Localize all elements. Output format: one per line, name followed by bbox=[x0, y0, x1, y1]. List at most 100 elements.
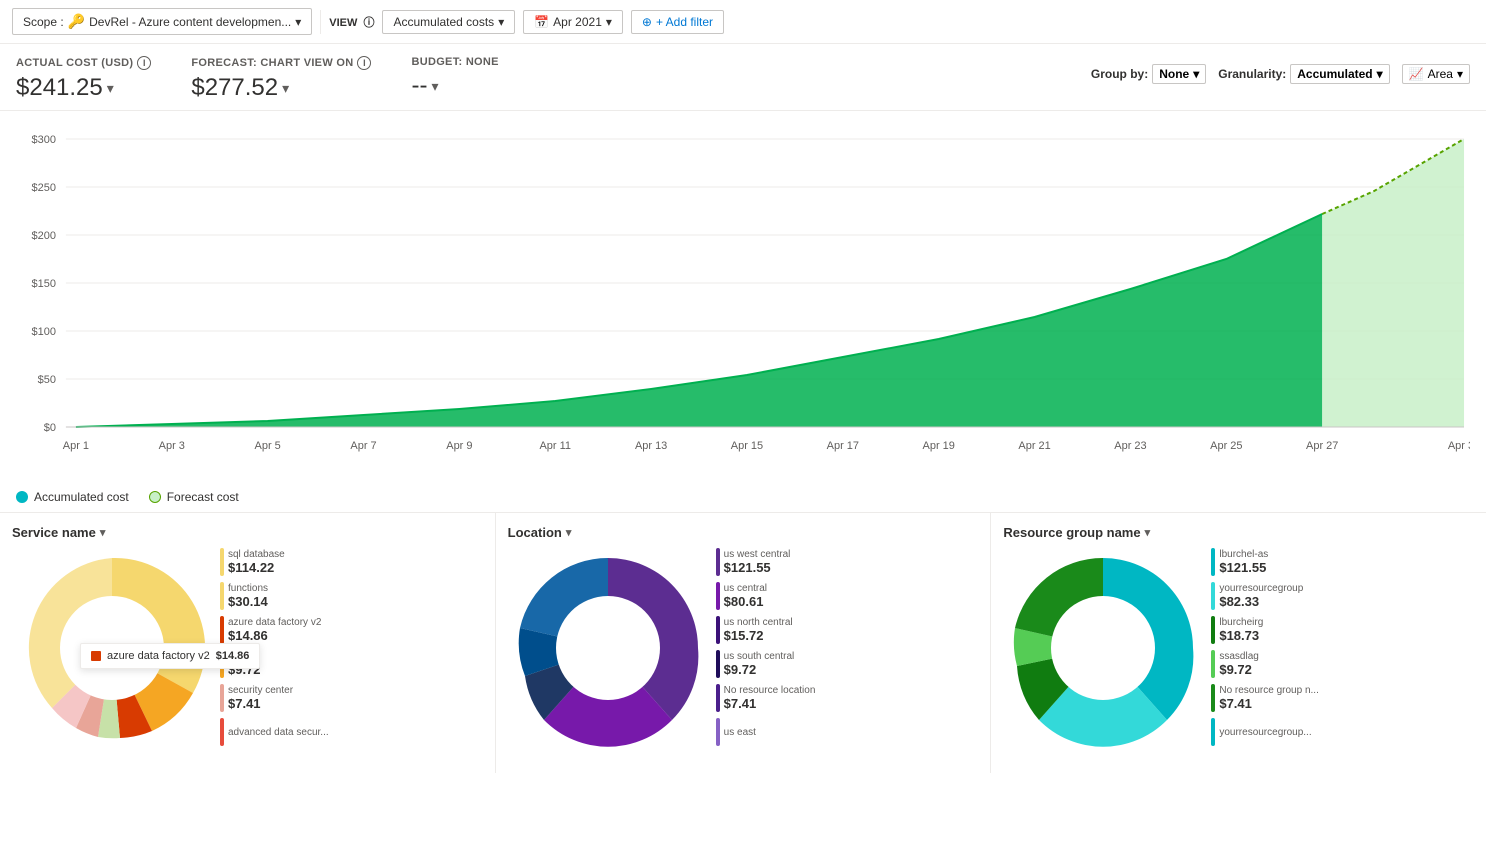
bar-color bbox=[220, 616, 224, 644]
accumulated-area bbox=[76, 214, 1322, 427]
actual-cost-value: $241.25 ▾ bbox=[16, 74, 151, 102]
chevron-down-icon-view: ▾ bbox=[498, 15, 504, 29]
scope-label: Scope : bbox=[23, 15, 64, 29]
toolbar: Scope : 🔑 DevRel - Azure content develop… bbox=[0, 0, 1486, 44]
list-item: us west central $121.55 bbox=[716, 548, 979, 576]
actual-cost-info-icon[interactable]: i bbox=[137, 56, 151, 70]
forecast-info-icon[interactable]: i bbox=[357, 56, 371, 70]
budget-value: -- ▾ bbox=[411, 72, 498, 100]
chart-controls: Group by: None ▾ Granularity: Accumulate… bbox=[1091, 56, 1470, 84]
resource-group-panel: Resource group name ▾ bbox=[991, 513, 1486, 773]
bar-color bbox=[1211, 718, 1215, 746]
list-item: yourresourcegroup $82.33 bbox=[1211, 582, 1474, 610]
forecast-legend-label: Forecast cost bbox=[167, 490, 239, 504]
chevron-down-icon-chart: ▾ bbox=[1457, 67, 1463, 81]
period-button[interactable]: 📅 Apr 2021 ▾ bbox=[523, 10, 623, 34]
svg-text:$100: $100 bbox=[32, 326, 56, 338]
resource-group-header[interactable]: Resource group name ▾ bbox=[1003, 525, 1474, 540]
list-item: functions $30.14 bbox=[220, 582, 483, 610]
granularity-button[interactable]: Accumulated ▾ bbox=[1290, 64, 1389, 84]
svg-text:$150: $150 bbox=[32, 278, 56, 290]
svg-text:$200: $200 bbox=[32, 230, 56, 242]
list-item: lburchel-as $121.55 bbox=[1211, 548, 1474, 576]
bar-color bbox=[220, 684, 224, 712]
service-name-content: azure data factory v2 $14.86 sql databas… bbox=[12, 548, 483, 752]
forecast-legend-dot bbox=[149, 491, 161, 503]
bar-color bbox=[1211, 684, 1215, 712]
granularity-control: Granularity: Accumulated ▾ bbox=[1218, 64, 1389, 84]
add-filter-label: + Add filter bbox=[656, 15, 713, 29]
svg-text:$50: $50 bbox=[38, 374, 56, 386]
view-info-icon: ⓘ bbox=[363, 17, 374, 29]
group-by-label: Group by: bbox=[1091, 67, 1148, 81]
budget-label: BUDGET: NONE bbox=[411, 56, 498, 68]
bar-color bbox=[716, 616, 720, 644]
svg-text:Apr 17: Apr 17 bbox=[827, 440, 859, 452]
svg-text:Apr 30: Apr 30 bbox=[1448, 440, 1470, 452]
budget-chevron[interactable]: ▾ bbox=[431, 78, 438, 95]
resource-group-title: Resource group name bbox=[1003, 525, 1140, 540]
svg-text:Apr 21: Apr 21 bbox=[1018, 440, 1050, 452]
list-item: us central $80.61 bbox=[716, 582, 979, 610]
scope-button[interactable]: Scope : 🔑 DevRel - Azure content develop… bbox=[12, 8, 312, 35]
forecast-chevron[interactable]: ▾ bbox=[282, 80, 289, 97]
svg-text:Apr 19: Apr 19 bbox=[923, 440, 955, 452]
svg-text:$250: $250 bbox=[32, 182, 56, 194]
list-item: No resource group n... $7.41 bbox=[1211, 684, 1474, 712]
legend-accumulated: Accumulated cost bbox=[16, 490, 129, 504]
list-item: security center $7.41 bbox=[220, 684, 483, 712]
group-by-control: Group by: None ▾ bbox=[1091, 64, 1206, 84]
bar-color bbox=[1211, 548, 1215, 576]
add-filter-button[interactable]: ⊕ + Add filter bbox=[631, 10, 724, 34]
svg-text:$0: $0 bbox=[44, 422, 56, 434]
bar-color bbox=[220, 582, 224, 610]
svg-text:Apr 25: Apr 25 bbox=[1210, 440, 1242, 452]
bar-color bbox=[716, 684, 720, 712]
actual-cost-chevron[interactable]: ▾ bbox=[107, 80, 114, 97]
list-item: sql database $114.22 bbox=[220, 548, 483, 576]
service-name-title: Service name bbox=[12, 525, 96, 540]
svg-text:Apr 7: Apr 7 bbox=[350, 440, 376, 452]
bar-color bbox=[220, 548, 224, 576]
list-item: us north central $15.72 bbox=[716, 616, 979, 644]
resource-group-legend: lburchel-as $121.55 yourresourcegroup $8… bbox=[1211, 548, 1474, 752]
svg-text:$300: $300 bbox=[32, 134, 56, 146]
tooltip-color bbox=[91, 651, 101, 661]
list-item: No resource location $7.41 bbox=[716, 684, 979, 712]
legend-forecast: Forecast cost bbox=[149, 490, 239, 504]
bar-color bbox=[1211, 582, 1215, 610]
cost-chart: $300 $250 $200 $150 $100 $50 $0 Apr 1 Ap… bbox=[16, 119, 1470, 479]
granularity-label: Granularity: bbox=[1218, 67, 1286, 81]
chevron-down-icon-groupby: ▾ bbox=[1193, 67, 1199, 81]
location-header[interactable]: Location ▾ bbox=[508, 525, 979, 540]
tooltip-value: $14.86 bbox=[216, 650, 250, 662]
period-value: Apr 2021 bbox=[553, 15, 602, 29]
location-content: us west central $121.55 us central $80.6… bbox=[508, 548, 979, 752]
bar-color bbox=[1211, 616, 1215, 644]
chart-type-label: Area bbox=[1428, 67, 1453, 81]
bar-color bbox=[1211, 650, 1215, 678]
view-button[interactable]: Accumulated costs ▾ bbox=[382, 10, 515, 34]
group-by-value: None bbox=[1159, 67, 1189, 81]
svg-text:Apr 11: Apr 11 bbox=[539, 440, 571, 452]
service-name-chevron: ▾ bbox=[100, 526, 106, 539]
resource-group-content: lburchel-as $121.55 yourresourcegroup $8… bbox=[1003, 548, 1474, 752]
budget-block: BUDGET: NONE -- ▾ bbox=[411, 56, 498, 100]
service-name-panel: Service name ▾ bbox=[0, 513, 496, 773]
panels-row: Service name ▾ bbox=[0, 512, 1486, 773]
scope-icon: 🔑 bbox=[68, 13, 85, 30]
chart-type-button[interactable]: 📈 Area ▾ bbox=[1402, 64, 1470, 84]
metrics-row: ACTUAL COST (USD) i $241.25 ▾ FORECAST: … bbox=[0, 44, 1486, 111]
location-legend: us west central $121.55 us central $80.6… bbox=[716, 548, 979, 752]
location-donut bbox=[508, 548, 708, 751]
forecast-label: FORECAST: CHART VIEW ON i bbox=[191, 56, 371, 70]
svg-text:Apr 3: Apr 3 bbox=[159, 440, 185, 452]
group-by-button[interactable]: None ▾ bbox=[1152, 64, 1206, 84]
svg-text:Apr 13: Apr 13 bbox=[635, 440, 667, 452]
bar-color bbox=[716, 718, 720, 746]
list-item: us south central $9.72 bbox=[716, 650, 979, 678]
list-item: yourresourcegroup... bbox=[1211, 718, 1474, 746]
service-name-header[interactable]: Service name ▾ bbox=[12, 525, 483, 540]
actual-cost-label: ACTUAL COST (USD) i bbox=[16, 56, 151, 70]
list-item: lburcheirg $18.73 bbox=[1211, 616, 1474, 644]
